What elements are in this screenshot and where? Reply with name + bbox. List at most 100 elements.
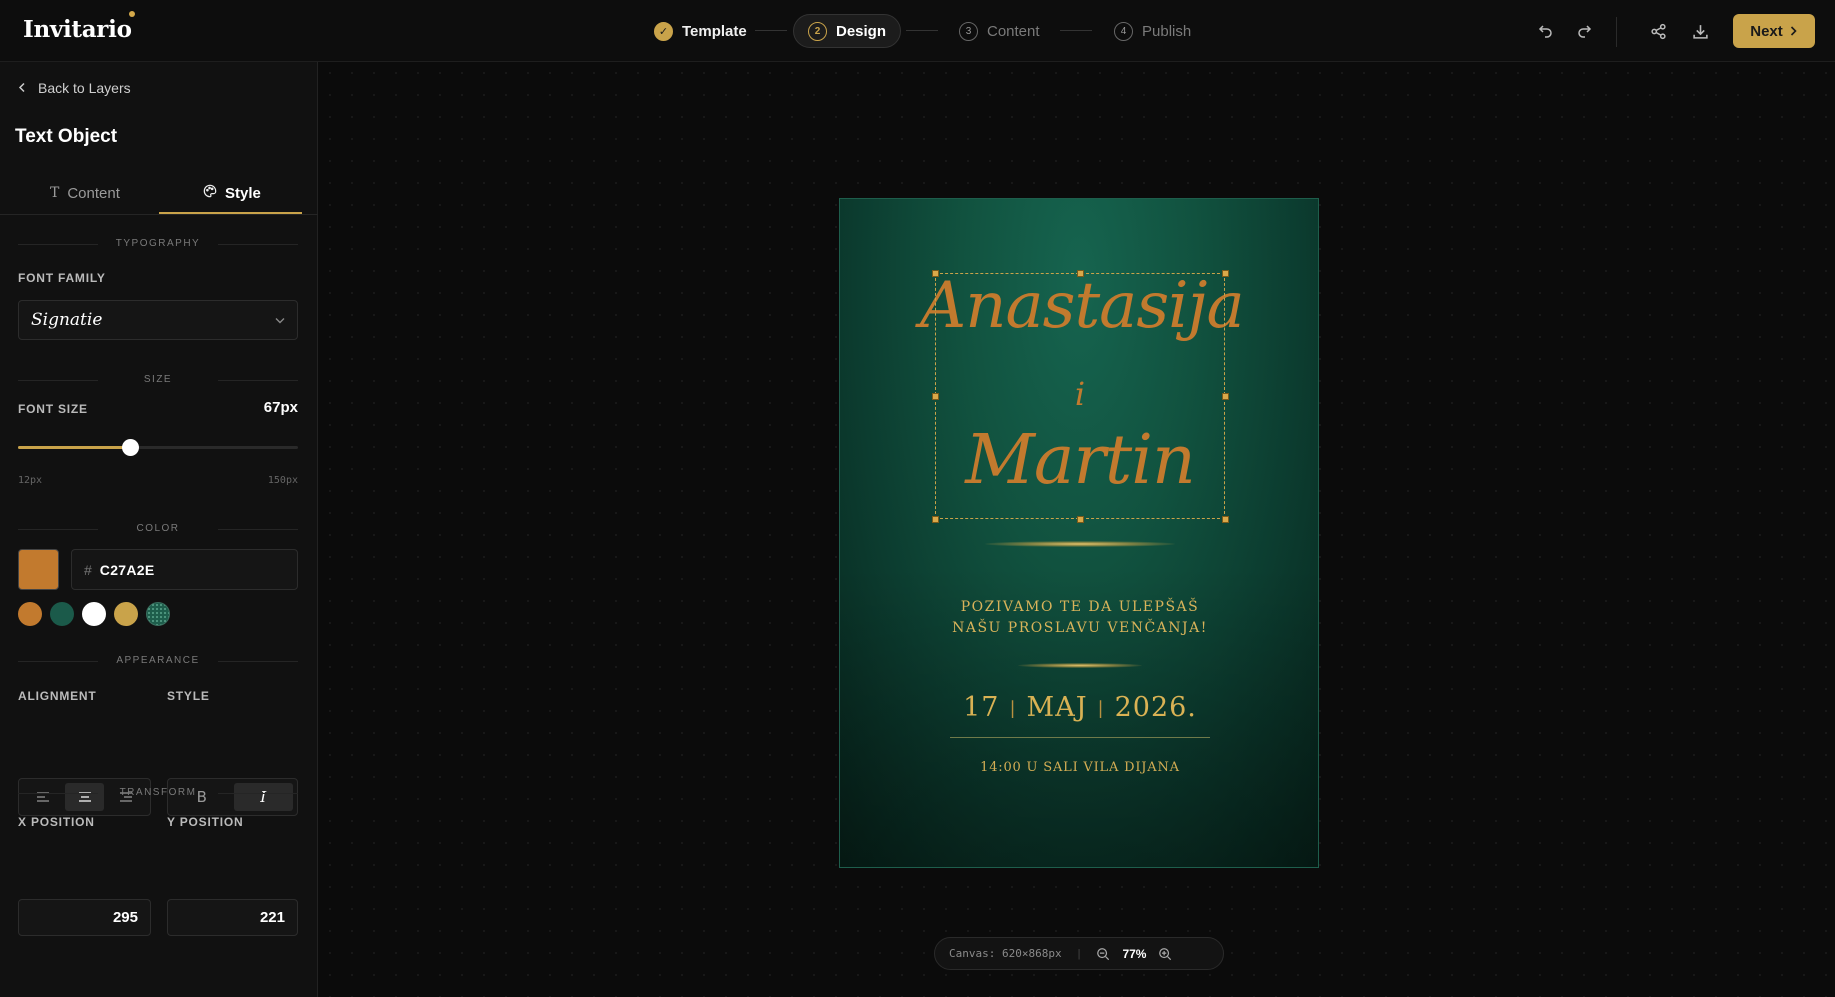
toolbar-divider xyxy=(1616,17,1617,47)
resize-handle-ne[interactable] xyxy=(1222,270,1229,277)
font-family-label: FONT FAMILY xyxy=(18,271,106,285)
step-number: 4 xyxy=(1114,21,1133,41)
color-preset-white[interactable] xyxy=(82,602,106,626)
date-day: 17 xyxy=(963,692,1000,723)
app-logo[interactable]: Invitario xyxy=(23,16,132,43)
logo-dot xyxy=(129,11,135,17)
date-underline xyxy=(950,737,1210,738)
zoom-level: 77% xyxy=(1122,946,1147,961)
hex-color-input[interactable]: # C27A2E xyxy=(71,549,298,590)
chevron-right-icon xyxy=(1789,23,1798,40)
history-controls xyxy=(1532,17,1598,45)
section-transform: TRANSFORM xyxy=(18,787,298,798)
color-preset-green[interactable] xyxy=(50,602,74,626)
resize-handle-se[interactable] xyxy=(1222,516,1229,523)
section-size: SIZE xyxy=(18,374,298,385)
download-icon[interactable] xyxy=(1686,17,1714,45)
resize-handle-nw[interactable] xyxy=(932,270,939,277)
font-size-label: FONT SIZE xyxy=(18,402,88,416)
invitation-line-2: NAŠU PROSLAVU VENČANJA! xyxy=(952,620,1208,636)
current-color-swatch[interactable] xyxy=(18,549,59,590)
gold-divider-bottom[interactable] xyxy=(1018,663,1142,668)
section-typography: TYPOGRAPHY xyxy=(18,238,298,249)
text-icon: T xyxy=(50,185,60,201)
canvas-size-label: Canvas: 620×868px xyxy=(949,947,1062,960)
palette-icon xyxy=(203,184,217,202)
tab-style[interactable]: Style xyxy=(203,176,261,210)
invitation-line-1: POZIVAMO TE DA ULEPŠAŠ xyxy=(960,599,1200,615)
step-label: Template xyxy=(682,22,747,40)
step-label: Design xyxy=(836,22,887,40)
color-preset-gold[interactable] xyxy=(114,602,138,626)
canvas-status-bar: Canvas: 620×868px | 77% xyxy=(934,937,1224,970)
step-design[interactable]: 2 Design xyxy=(793,14,902,48)
back-to-layers-link[interactable]: Back to Layers xyxy=(18,80,131,96)
invitation-text[interactable]: POZIVAMO TE DA ULEPŠAŠ NAŠU PROSLAVU VEN… xyxy=(840,597,1318,639)
date-separator: | xyxy=(1097,698,1105,719)
date-text[interactable]: 17 | MAJ | 2026. xyxy=(840,692,1318,723)
hex-value: C27A2E xyxy=(99,561,155,578)
zoom-out-icon[interactable] xyxy=(1096,947,1110,961)
chevron-left-icon xyxy=(18,80,26,96)
back-label: Back to Layers xyxy=(38,80,131,96)
zoom-in-icon[interactable] xyxy=(1158,947,1172,961)
properties-panel: Back to Layers Text Object T Content Sty… xyxy=(0,62,318,997)
top-bar: Invitario ✓ Template 2 Design 3 Content … xyxy=(0,0,1835,62)
check-icon: ✓ xyxy=(654,21,673,41)
section-color: COLOR xyxy=(18,523,298,534)
next-button[interactable]: Next xyxy=(1733,14,1815,48)
invitation-card[interactable]: Anastasija i Martin POZIVAMO TE DA ULEPŠ… xyxy=(839,198,1319,868)
resize-handle-e[interactable] xyxy=(1222,393,1229,400)
tab-content[interactable]: T Content xyxy=(50,176,120,210)
step-connector xyxy=(906,30,938,31)
date-year: 2026. xyxy=(1114,692,1197,723)
resize-handle-n[interactable] xyxy=(1077,270,1084,277)
step-number: 2 xyxy=(808,21,827,41)
slider-thumb[interactable] xyxy=(122,439,139,456)
gold-divider-top[interactable] xyxy=(985,541,1175,547)
chevron-down-icon xyxy=(275,313,285,327)
step-label: Publish xyxy=(1142,22,1192,40)
slider-fill xyxy=(18,446,130,449)
font-size-value: 67px xyxy=(263,399,298,416)
resize-handle-sw[interactable] xyxy=(932,516,939,523)
tab-label: Content xyxy=(67,184,120,202)
share-icon[interactable] xyxy=(1644,17,1672,45)
x-position-label: X POSITION xyxy=(18,815,95,829)
date-separator: | xyxy=(1009,698,1017,719)
color-preset-copper[interactable] xyxy=(18,602,42,626)
venue-text[interactable]: 14:00 U SALI VILA DIJANA xyxy=(840,760,1318,775)
font-family-select[interactable]: Signatie xyxy=(18,300,298,340)
alignment-label: ALIGNMENT xyxy=(18,689,97,703)
y-position-input[interactable]: 221 xyxy=(167,899,298,936)
step-label: Content xyxy=(987,22,1040,40)
next-button-label: Next xyxy=(1750,22,1783,40)
date-month: MAJ xyxy=(1026,692,1088,723)
font-size-max: 150px xyxy=(267,475,298,486)
step-number: 3 xyxy=(959,21,978,41)
font-size-min: 12px xyxy=(18,475,43,486)
panel-title: Text Object xyxy=(15,126,118,147)
redo-icon[interactable] xyxy=(1570,17,1598,45)
color-preset-pattern[interactable] xyxy=(146,602,170,626)
resize-handle-s[interactable] xyxy=(1077,516,1084,523)
font-size-slider[interactable] xyxy=(18,439,298,456)
undo-icon[interactable] xyxy=(1532,17,1560,45)
section-appearance: APPEARANCE xyxy=(18,655,298,666)
status-separator: | xyxy=(1077,947,1081,960)
step-connector xyxy=(755,30,787,31)
font-family-value: Signatie xyxy=(31,310,103,330)
resize-handle-w[interactable] xyxy=(932,393,939,400)
step-publish[interactable]: 4 Publish xyxy=(1100,14,1205,48)
selection-box[interactable] xyxy=(932,270,1229,523)
style-label: STYLE xyxy=(167,689,210,703)
step-template[interactable]: ✓ Template xyxy=(640,14,761,48)
step-connector xyxy=(1060,30,1092,31)
x-position-input[interactable]: 295 xyxy=(18,899,151,936)
step-content[interactable]: 3 Content xyxy=(945,14,1054,48)
y-position-label: Y POSITION xyxy=(167,815,244,829)
color-presets xyxy=(18,602,170,626)
tab-label: Style xyxy=(225,184,261,202)
tab-divider xyxy=(0,214,318,215)
hash-symbol: # xyxy=(84,561,92,578)
